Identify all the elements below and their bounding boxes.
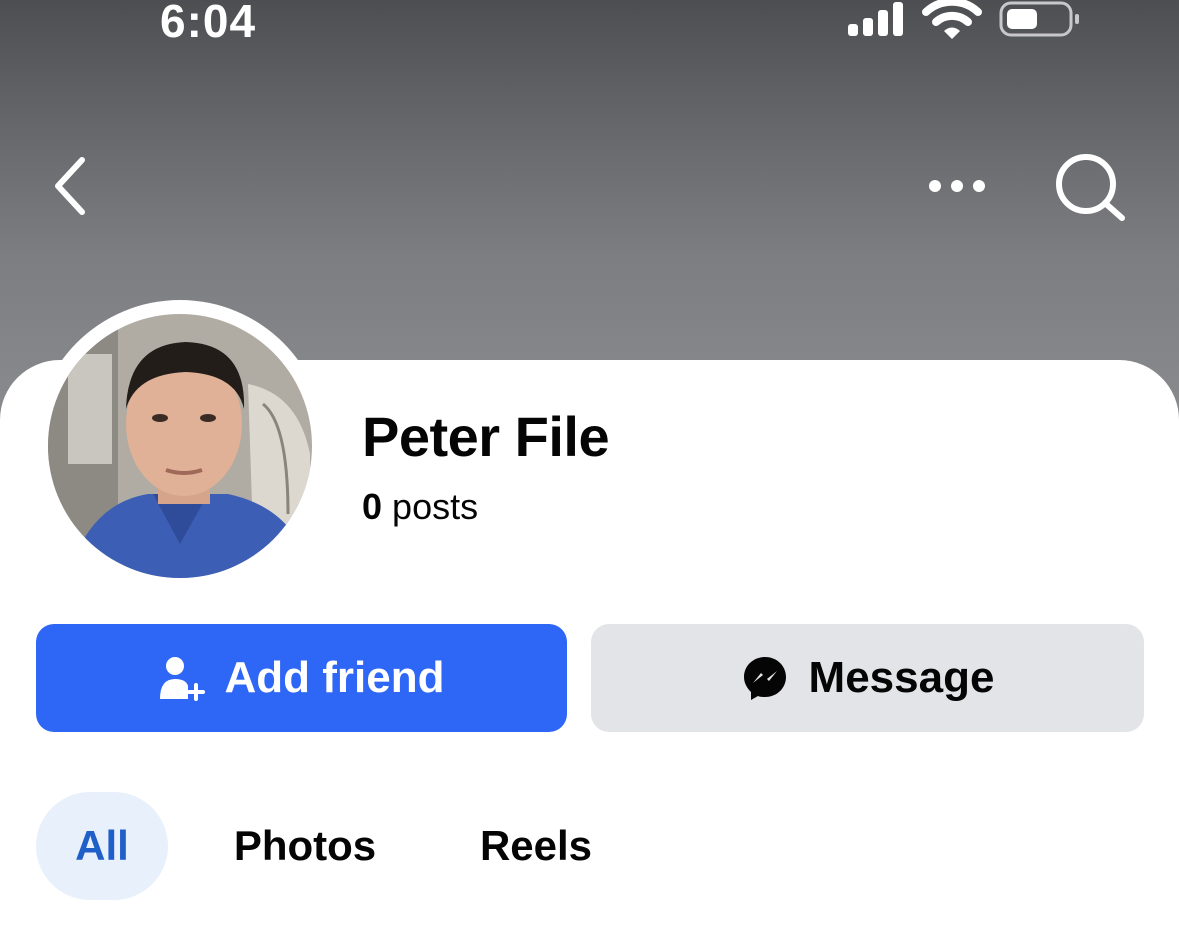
add-friend-label: Add friend [224,653,445,702]
post-count-number: 0 [362,486,383,527]
more-options-button[interactable] [924,166,990,206]
tab-all[interactable]: All [36,792,168,900]
profile-name: Peter File [362,405,610,468]
tab-reels-label: Reels [479,822,593,869]
status-bar: 6:04 [0,0,1179,60]
person-add-icon [159,657,205,701]
cellular-signal-icon [848,2,903,36]
tab-photos[interactable]: Photos [210,792,400,900]
post-count-label: posts [392,486,479,527]
search-button[interactable] [1050,148,1130,228]
back-button[interactable] [44,150,100,222]
profile-avatar[interactable] [48,314,312,578]
message-button[interactable]: Message [591,624,1144,732]
battery-icon [999,1,1079,37]
tab-reels[interactable]: Reels [460,792,612,900]
chevron-left-icon [55,157,85,215]
post-count: 0 posts [362,486,478,528]
wifi-icon [922,0,982,39]
tab-all-label: All [75,822,129,869]
more-horizontal-icon [929,180,985,192]
profile-photo-image [48,314,312,578]
status-time: 6:04 [160,0,257,47]
message-label: Message [808,653,995,702]
tab-photos-label: Photos [233,822,377,869]
add-friend-button[interactable]: Add friend [36,624,567,732]
search-icon [1056,154,1125,221]
messenger-icon [743,657,786,700]
